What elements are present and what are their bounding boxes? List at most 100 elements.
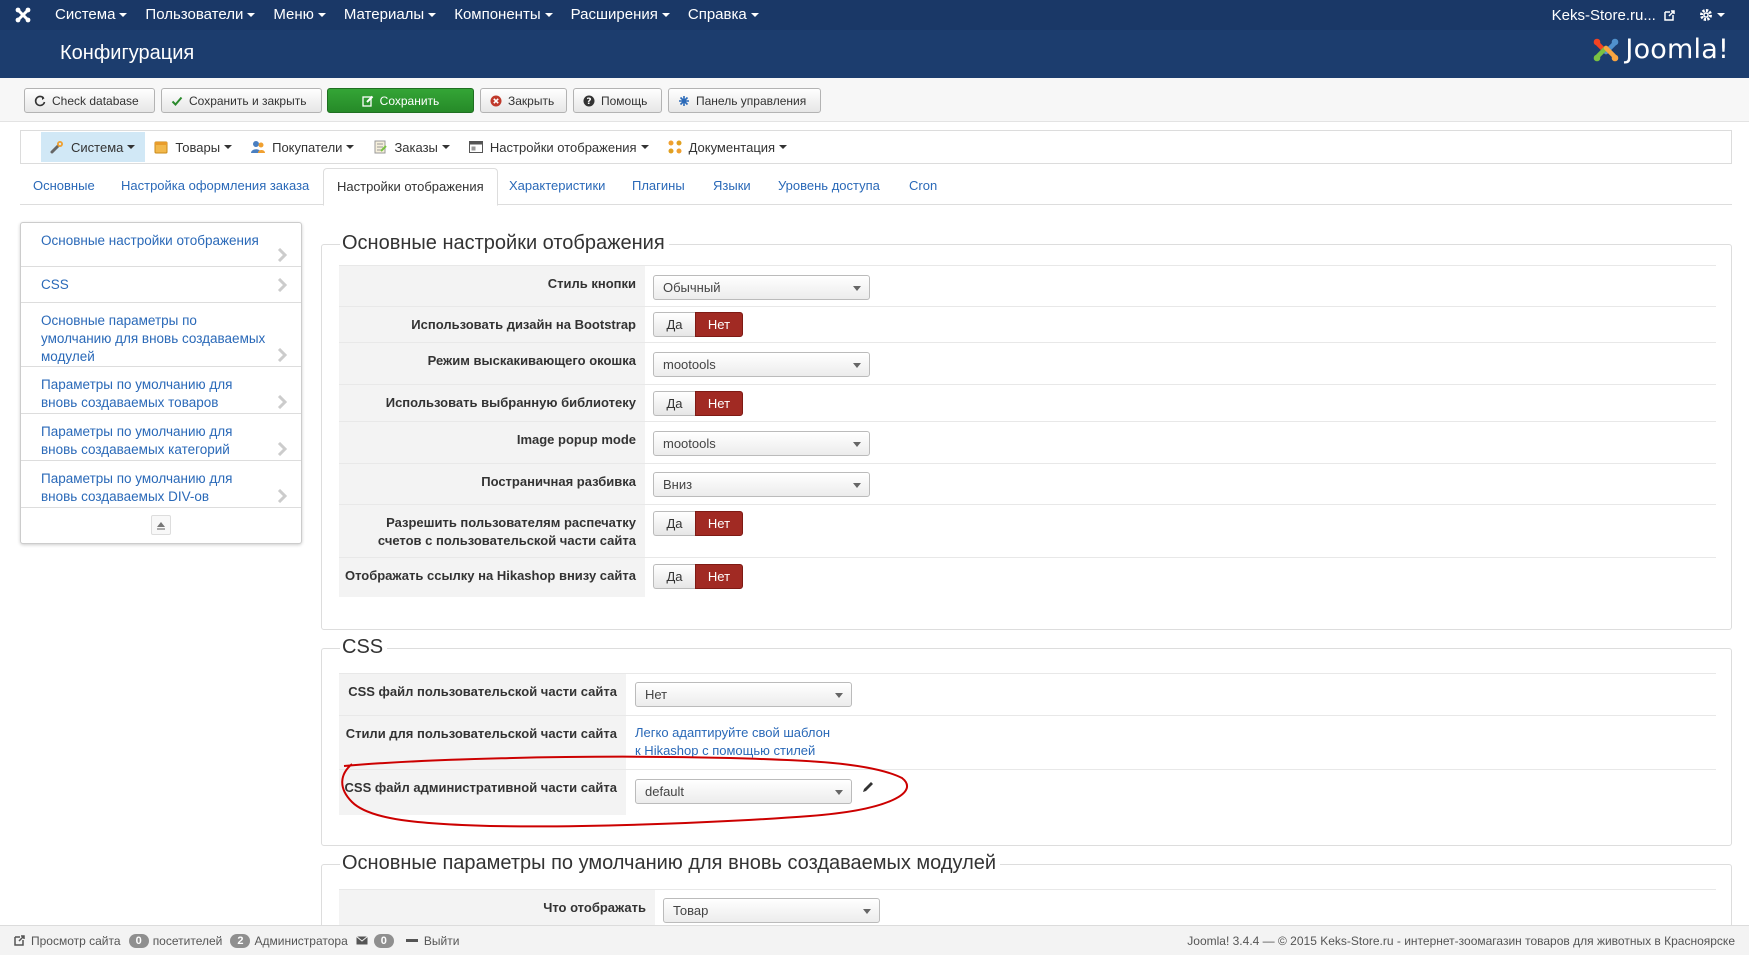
hika-menu-customers[interactable]: Покупатели [242,132,364,162]
chevron-right-icon [277,248,287,262]
field-label: Разрешить пользователям распечатку счето… [339,505,645,557]
row-frontend-css: CSS файл пользовательской части сайта Не… [339,673,1716,715]
dropdown-arrow-icon [863,909,871,914]
joomla-menu-icon[interactable] [0,0,46,30]
pencil-edit-icon[interactable] [861,780,875,794]
hika-menu-orders[interactable]: Заказы [364,132,459,162]
sidenav-item-product-defaults[interactable]: Параметры по умолчанию для вновь создава… [21,367,301,414]
hika-menu-system[interactable]: Система [41,132,146,162]
dropdown-arrow-icon [853,363,861,368]
hikashop-link-toggle[interactable]: Да Нет [653,564,743,589]
image-popup-select[interactable]: mootools [653,431,870,456]
svg-text:?: ? [586,97,591,107]
row-pagination: Постраничная разбивка Вниз [339,463,1716,504]
menu-users[interactable]: Пользователи [136,0,264,30]
frontend-css-select[interactable]: Нет [635,682,852,707]
toggle-yes[interactable]: Да [653,511,695,536]
sidenav-item-module-defaults[interactable]: Основные параметры по умолчанию для внов… [21,303,301,367]
menu-menus[interactable]: Меню [264,0,335,30]
fieldset-legend: CSS [340,636,388,659]
fieldset-legend: Основные параметры по умолчанию для внов… [340,852,1001,875]
check-database-button[interactable]: Check database [24,88,155,113]
row-frontend-styles: Стили для пользовательской части сайта Л… [339,715,1716,769]
sidenav-item-display-settings[interactable]: Основные настройки отображения [21,223,301,267]
allow-print-toggle[interactable]: Да Нет [653,511,743,536]
save-button[interactable]: Сохранить [327,88,474,113]
hika-menu-products[interactable]: Товары [145,132,242,162]
control-panel-button[interactable]: Панель управления [668,88,821,113]
site-link[interactable]: Keks-Store.ru... [1538,7,1689,24]
field-label: Режим выскакивающего окошка [339,343,645,384]
toggle-no[interactable]: Нет [695,312,743,337]
menu-extensions[interactable]: Расширения [562,0,679,30]
tab-languages[interactable]: Языки [700,168,764,205]
chevron-right-icon [277,395,287,409]
row-button-style: Стиль кнопки Обычный [339,265,1716,306]
admins-badge: 2 [230,933,251,948]
sidenav-item-css[interactable]: CSS [21,267,301,303]
hika-menu-display[interactable]: Настройки отображения [460,132,659,162]
tab-main[interactable]: Основные [20,168,108,205]
row-image-popup: Image popup mode mootools [339,421,1716,463]
help-button[interactable]: ? Помощь [573,88,662,113]
minus-icon [405,939,418,942]
field-label: Что отображать [339,890,655,929]
field-label: Стили для пользовательской части сайта [339,716,626,769]
use-library-toggle[interactable]: Да Нет [653,391,743,416]
use-bootstrap-toggle[interactable]: Да Нет [653,312,743,337]
what-to-display-select[interactable]: Товар [663,898,880,923]
button-style-select[interactable]: Обычный [653,275,870,300]
admins-count: 2 Администратора [230,933,348,948]
logout-link[interactable]: Выйти [405,934,459,948]
scroll-top-icon[interactable] [151,515,171,535]
menu-components[interactable]: Компоненты [445,0,561,30]
settings-gear-icon[interactable] [1689,8,1749,22]
tab-cron[interactable]: Cron [896,168,950,205]
popup-mode-select[interactable]: mootools [653,352,870,377]
joomla-wordmark: Joomla! [1625,34,1729,65]
help-lifebuoy-icon [667,139,683,155]
field-label: Использовать дизайн на Bootstrap [339,307,645,342]
visitors-count: 0 посетителей [128,933,222,948]
tab-access-level[interactable]: Уровень доступа [765,168,893,205]
menu-help[interactable]: Справка [679,0,768,30]
pagination-select[interactable]: Вниз [653,472,870,497]
hika-menu-documentation[interactable]: Документация [659,132,798,162]
save-and-close-button[interactable]: Сохранить и закрыть [161,88,322,113]
tab-checkout[interactable]: Настройка оформления заказа [108,168,322,205]
toggle-yes[interactable]: Да [653,312,695,337]
field-label: Использовать выбранную библиотеку [339,385,645,421]
tab-display[interactable]: Настройки отображения [323,168,498,206]
menu-content[interactable]: Материалы [335,0,445,30]
hikashop-menu: Система Товары Покупатели Заказы Настрой… [20,130,1732,164]
close-button[interactable]: Закрыть [480,88,567,113]
external-link-icon [14,935,25,946]
toggle-yes[interactable]: Да [653,564,695,589]
top-navbar: Система Пользователи Меню Материалы Комп… [0,0,1749,30]
row-hikashop-link: Отображать ссылку на Hikashop внизу сайт… [339,557,1716,597]
external-link-icon [1664,10,1675,21]
row-use-bootstrap: Использовать дизайн на Bootstrap Да Нет [339,306,1716,342]
row-allow-print: Разрешить пользователям распечатку счето… [339,504,1716,557]
envelope-icon [355,936,368,945]
view-site-link[interactable]: Просмотр сайта [14,934,121,948]
tab-features[interactable]: Характеристики [496,168,618,205]
edit-icon [362,95,374,107]
fieldset-css: CSS CSS файл пользовательской части сайт… [321,636,1732,846]
menu-system[interactable]: Система [46,0,136,30]
toggle-no[interactable]: Нет [695,511,743,536]
toggle-yes[interactable]: Да [653,391,695,416]
backend-css-select[interactable]: default [635,779,852,804]
toggle-no[interactable]: Нет [695,391,743,416]
adapt-template-link[interactable]: Легко адаптируйте свой шаблон к Hikashop… [635,724,830,760]
cancel-icon [490,95,502,107]
sidenav-item-div-defaults[interactable]: Параметры по умолчанию для вновь создава… [21,461,301,508]
messages-count[interactable]: 0 [355,933,398,948]
fieldset-display-settings: Основные настройки отображения Стиль кно… [321,232,1732,630]
fieldset-legend: Основные настройки отображения [340,232,669,255]
question-icon: ? [583,95,595,107]
dropdown-arrow-icon [853,483,861,488]
tab-plugins[interactable]: Плагины [619,168,698,205]
toggle-no[interactable]: Нет [695,564,743,589]
sidenav-item-category-defaults[interactable]: Параметры по умолчанию для вновь создава… [21,414,301,461]
